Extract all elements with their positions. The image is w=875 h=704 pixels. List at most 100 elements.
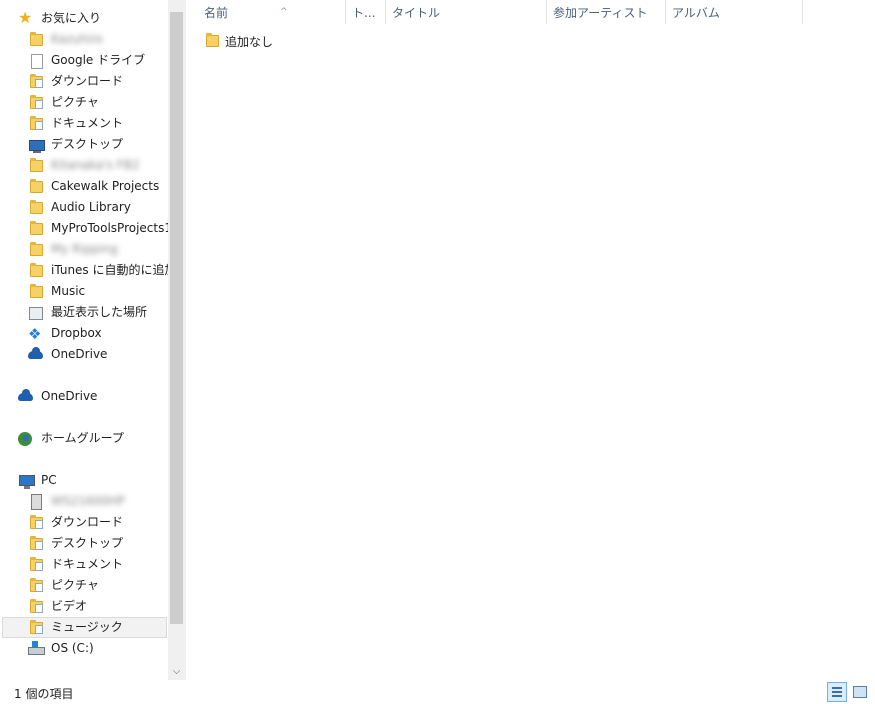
column-artist[interactable]: 参加アーティスト	[547, 0, 666, 24]
videos-folder-icon	[28, 598, 44, 615]
scroll-down-arrow-icon[interactable]: ⌵	[168, 663, 185, 680]
nav-item-label: ドキュメント	[51, 116, 124, 130]
nav-item-label: デスクトップ	[51, 137, 124, 151]
folder-icon	[28, 178, 44, 195]
nav-homegroup[interactable]: ホームグループ	[18, 428, 169, 449]
folder-icon	[28, 220, 44, 237]
nav-item-audio-library[interactable]: Audio Library	[28, 197, 169, 218]
nav-item-dropbox[interactable]: ❖ Dropbox	[28, 323, 169, 344]
column-title-label: タイトル	[392, 6, 441, 20]
dropbox-icon: ❖	[28, 324, 42, 343]
network-drive-icon	[28, 493, 44, 510]
nav-item-onedrive-favorite[interactable]: OneDrive	[28, 344, 169, 365]
nav-item-label: MyProToolsProjects1	[51, 221, 169, 235]
nav-item-pc-videos[interactable]: ビデオ	[28, 596, 169, 617]
nav-item-kitanaka[interactable]: Kitanaka's FB2	[28, 155, 169, 176]
nav-favorites[interactable]: ★ お気に入り	[18, 8, 169, 29]
column-name-label: 名前	[204, 6, 229, 20]
onedrive-cloud-icon	[18, 388, 34, 405]
nav-item-label: WS21600HP	[51, 494, 125, 508]
document-icon	[28, 53, 44, 69]
nav-item-label: Music	[51, 284, 86, 298]
column-name[interactable]: 名前 ^	[198, 0, 346, 24]
nav-item-pc-desktop[interactable]: デスクトップ	[28, 533, 169, 554]
nav-item-desktop[interactable]: デスクトップ	[28, 134, 169, 155]
homegroup-icon	[18, 431, 34, 447]
nav-item-itunes-auto-add[interactable]: iTunes に自動的に追加	[28, 260, 169, 281]
nav-item-pc-music[interactable]: ミュージック	[2, 617, 167, 638]
nav-scrollbar[interactable]: ⌵	[168, 0, 185, 680]
desktop-icon	[28, 137, 45, 153]
documents-folder-icon	[28, 556, 44, 573]
nav-item-label: ミュージック	[51, 620, 123, 634]
status-bar: 1 個の項目	[0, 680, 875, 704]
folder-icon	[28, 262, 44, 279]
nav-item-label: ピクチャ	[51, 95, 99, 109]
nav-homegroup-label: ホームグループ	[41, 431, 124, 445]
folder-icon	[28, 283, 44, 300]
nav-item-label: ビデオ	[51, 599, 88, 613]
nav-item-label: ピクチャ	[51, 578, 99, 592]
folder-icon	[204, 33, 220, 49]
column-track[interactable]: ト...	[346, 0, 386, 24]
nav-item-label: ダウンロード	[51, 74, 124, 88]
column-album[interactable]: アルバム	[666, 0, 803, 24]
desktop-folder-icon	[28, 535, 44, 552]
large-icons-view-icon	[853, 686, 867, 698]
nav-item-cakewalk-projects[interactable]: Cakewalk Projects	[28, 176, 169, 197]
folder-icon	[28, 157, 44, 174]
nav-item-label: OneDrive	[51, 347, 108, 361]
windows-drive-icon	[28, 640, 45, 657]
nav-pc-label: PC	[41, 473, 57, 487]
nav-item-label: Kitanaka's FB2	[51, 158, 140, 172]
column-header: 名前 ^ ト... タイトル 参加アーティスト アルバム	[186, 0, 803, 24]
column-album-label: アルバム	[672, 6, 720, 20]
nav-item-recent-places[interactable]: 最近表示した場所	[28, 302, 169, 323]
nav-pc[interactable]: PC	[18, 470, 169, 491]
nav-item-label: 最近表示した場所	[51, 305, 148, 319]
nav-item-label: My Ripping	[51, 242, 118, 256]
folder-icon	[28, 31, 44, 48]
nav-item-label: ドキュメント	[51, 557, 124, 571]
folder-icon	[28, 199, 44, 216]
nav-item-label: デスクトップ	[51, 536, 124, 550]
nav-item-downloads[interactable]: ダウンロード	[28, 71, 169, 92]
file-row[interactable]: 追加なし	[204, 31, 273, 51]
nav-onedrive-label: OneDrive	[41, 389, 98, 403]
details-view-icon	[832, 687, 842, 697]
nav-item-label: OS (C:)	[51, 641, 94, 655]
large-icons-view-button[interactable]	[850, 682, 870, 702]
nav-item-my-ripping[interactable]: My Ripping	[28, 239, 169, 260]
recent-places-icon	[28, 305, 44, 321]
downloads-folder-icon	[28, 73, 44, 90]
nav-item-os-drive[interactable]: OS (C:)	[28, 638, 169, 659]
nav-item-pictures[interactable]: ピクチャ	[28, 92, 169, 113]
nav-item-label: iTunes に自動的に追加	[51, 263, 169, 277]
nav-item-myprotools-projects[interactable]: MyProToolsProjects1	[28, 218, 169, 239]
nav-item-label: Cakewalk Projects	[51, 179, 160, 193]
nav-item-documents[interactable]: ドキュメント	[28, 113, 169, 134]
nav-item-google-drive[interactable]: Google ドライブ	[28, 50, 169, 71]
nav-item-label: ダウンロード	[51, 515, 124, 529]
item-count: 1 個の項目	[14, 687, 74, 701]
file-list-pane: 名前 ^ ト... タイトル 参加アーティスト アルバム 追加なし	[186, 0, 875, 680]
onedrive-cloud-icon	[28, 346, 44, 363]
details-view-button[interactable]	[827, 682, 847, 702]
nav-item-kazuhiro[interactable]: Kazuhiro	[28, 29, 169, 50]
column-artist-label: 参加アーティスト	[553, 6, 648, 20]
nav-onedrive[interactable]: OneDrive	[18, 386, 169, 407]
nav-item-pc-pictures[interactable]: ピクチャ	[28, 575, 169, 596]
star-icon: ★	[18, 8, 33, 27]
nav-item-pc-documents[interactable]: ドキュメント	[28, 554, 169, 575]
pictures-folder-icon	[28, 577, 44, 594]
nav-item-network-location[interactable]: WS21600HP	[28, 491, 169, 512]
column-title[interactable]: タイトル	[386, 0, 547, 24]
nav-item-music[interactable]: Music	[28, 281, 169, 302]
nav-scroll-thumb[interactable]	[170, 12, 183, 624]
file-name: 追加なし	[225, 34, 274, 49]
nav-item-pc-downloads[interactable]: ダウンロード	[28, 512, 169, 533]
column-track-label: ト...	[352, 6, 376, 20]
navigation-pane: ★ お気に入り Kazuhiro Google ドライブ ダウンロード ピクチャ…	[0, 0, 186, 680]
downloads-folder-icon	[28, 514, 44, 531]
nav-item-label: Google ドライブ	[51, 53, 146, 67]
